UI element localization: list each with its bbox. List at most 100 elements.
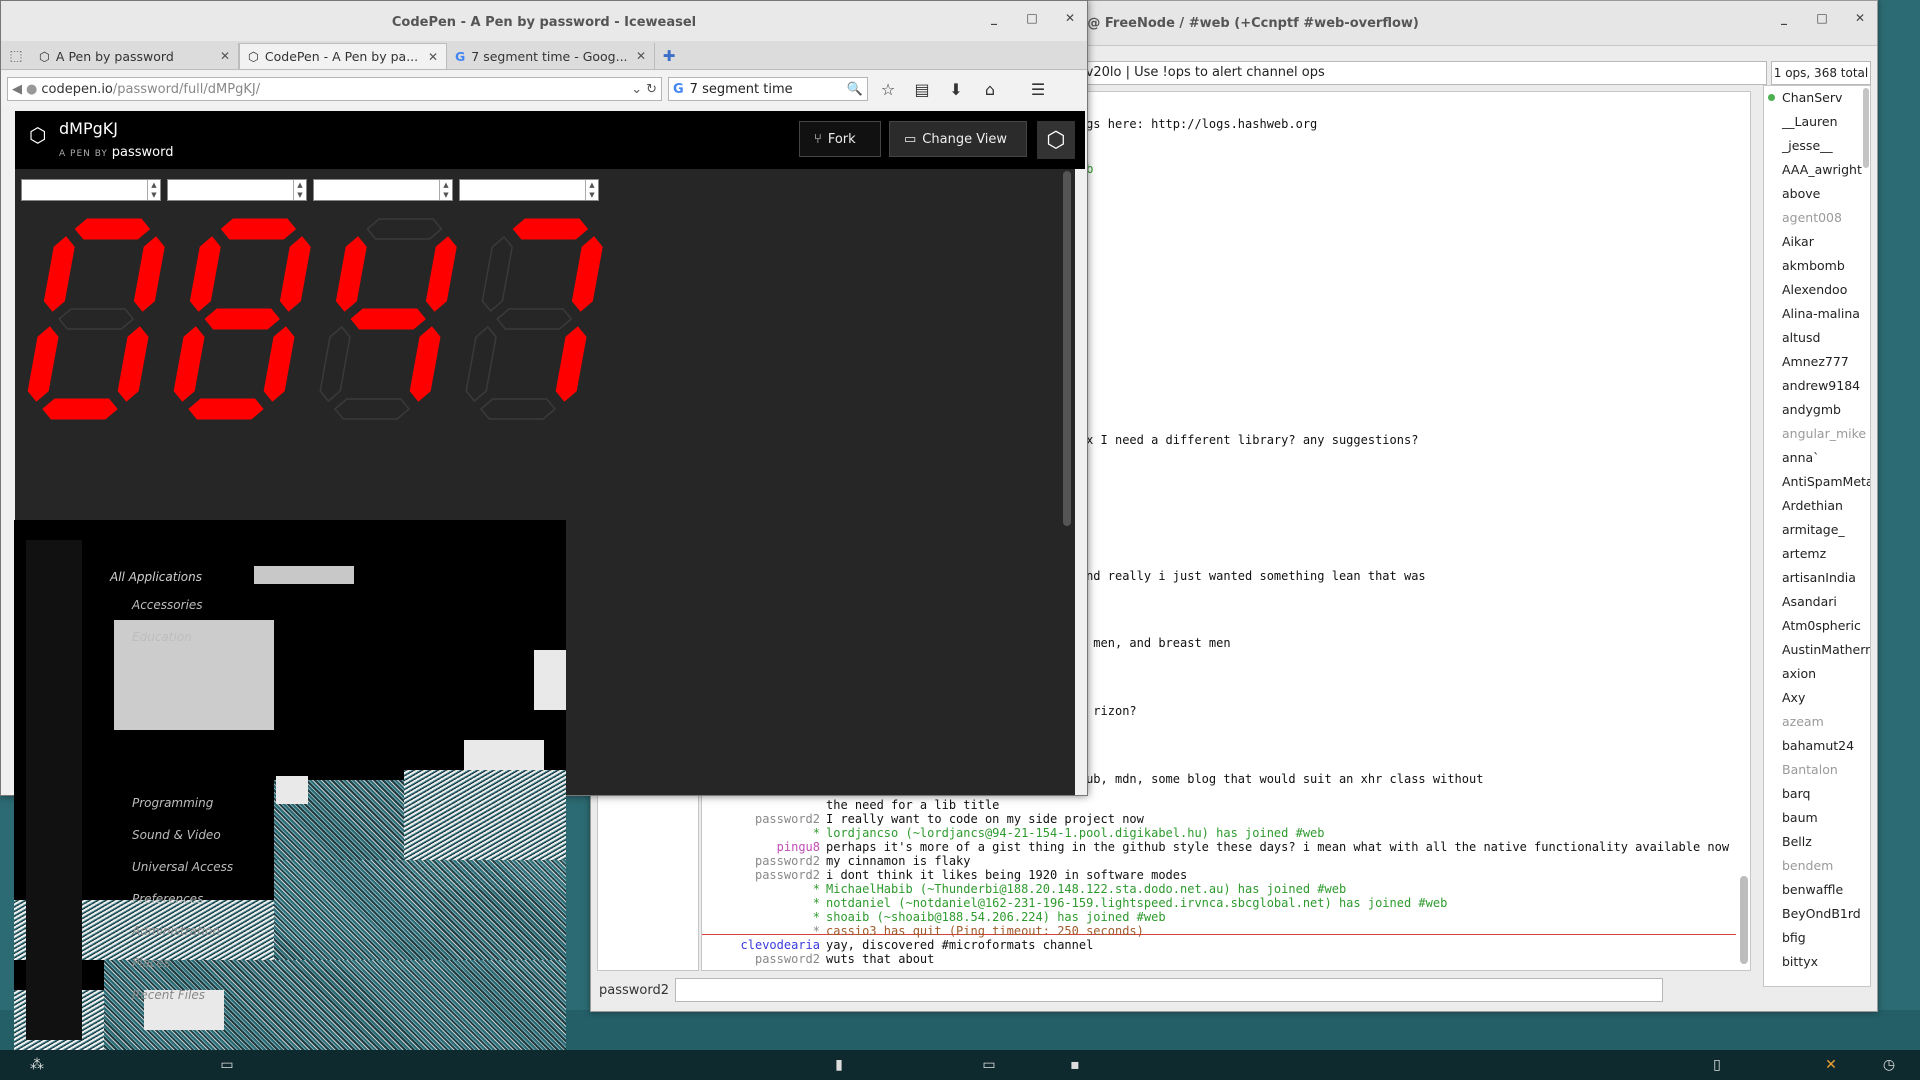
user-list-item[interactable]: Atm0spheric xyxy=(1764,614,1870,638)
user-list-item[interactable]: Asandari xyxy=(1764,590,1870,614)
network-icon[interactable]: ✕ xyxy=(1822,1056,1840,1074)
user-list-item[interactable]: azeam xyxy=(1764,710,1870,734)
user-list-item[interactable]: bittyx xyxy=(1764,950,1870,974)
message-input[interactable] xyxy=(675,978,1663,1002)
menu-category[interactable]: Programming xyxy=(132,796,213,810)
user-list-item[interactable]: Alina-malina xyxy=(1764,302,1870,326)
menu-category[interactable]: Accessories xyxy=(132,598,203,612)
user-list-item[interactable]: Bantalon xyxy=(1764,758,1870,782)
info-icon[interactable]: ● xyxy=(26,82,37,97)
spin-arrows-icon[interactable]: ▲ ▼ xyxy=(147,180,160,200)
home-icon[interactable]: ⌂ xyxy=(976,80,1004,99)
maximize-icon[interactable]: □ xyxy=(1025,11,1039,25)
close-icon[interactable]: ✕ xyxy=(1853,11,1867,25)
user-list-item[interactable]: AustinMatherne xyxy=(1764,638,1870,662)
clock-icon[interactable]: ◷ xyxy=(1880,1056,1898,1074)
number-input[interactable]: ▲ ▼ xyxy=(167,179,307,201)
search-input[interactable]: 7 segment time xyxy=(690,82,841,97)
user-list-item[interactable]: Alexendoo xyxy=(1764,278,1870,302)
user-list-item[interactable]: andrew9184 xyxy=(1764,374,1870,398)
tab-google[interactable]: G 7 segment time - Goog... ✕ xyxy=(447,43,655,69)
pen-author[interactable]: password xyxy=(112,145,174,160)
user-list-item[interactable]: AntiSpamMeta xyxy=(1764,470,1870,494)
user-list-item[interactable]: above xyxy=(1764,182,1870,206)
tab-close-icon[interactable]: ✕ xyxy=(428,50,438,64)
user-list-item[interactable]: BeyOndB1rd xyxy=(1764,902,1870,926)
search-bar[interactable]: G 7 segment time 🔍 xyxy=(668,77,868,101)
input-nick[interactable]: password2 xyxy=(599,983,669,998)
user-list-item[interactable]: altusd xyxy=(1764,326,1870,350)
chat-nick[interactable]: * xyxy=(702,826,826,840)
menu-icon[interactable]: ⁂ xyxy=(28,1056,46,1074)
window-icon[interactable]: ▪ xyxy=(1066,1056,1084,1074)
spin-arrows-icon[interactable]: ▲ ▼ xyxy=(439,180,452,200)
user-list-item[interactable]: Amnez777 xyxy=(1764,350,1870,374)
user-list-item[interactable]: artemz xyxy=(1764,542,1870,566)
chat-nick[interactable]: password2 xyxy=(702,812,826,826)
url-bar[interactable]: ◀ ● codepen.io/password/full/dMPgKJ/ ⌄ ↻ xyxy=(7,77,662,101)
menu-category[interactable]: Education xyxy=(132,630,192,644)
chat-nick[interactable]: password2 xyxy=(702,868,826,882)
tab-overview-icon[interactable]: ⬚ xyxy=(1,43,31,69)
user-list-item[interactable]: angular_mike xyxy=(1764,422,1870,446)
user-list-item[interactable]: ChanServ xyxy=(1764,86,1870,110)
menu-category[interactable]: Sound & Video xyxy=(132,828,221,842)
chevron-down-icon[interactable]: ⌄ xyxy=(631,82,642,97)
fork-button[interactable]: ⑂ Fork xyxy=(799,121,881,157)
window-icon[interactable]: ▮ xyxy=(830,1056,848,1074)
window-icon[interactable]: ▭ xyxy=(980,1056,998,1074)
menu-category[interactable]: Administration xyxy=(132,924,220,938)
application-menu[interactable]: All Applications Accessories Education P… xyxy=(14,520,566,1056)
user-list-item[interactable]: anna` xyxy=(1764,446,1870,470)
window-icon[interactable]: ▯ xyxy=(1708,1056,1726,1074)
user-list-item[interactable]: bfig xyxy=(1764,926,1870,950)
user-list[interactable]: ChanServ __Lauren _jesse__ AAA_awright above… xyxy=(1763,85,1871,987)
menu-category[interactable]: Recent Files xyxy=(132,988,205,1002)
tab-close-icon[interactable]: ✕ xyxy=(220,49,230,63)
chat-nick[interactable]: * xyxy=(702,882,826,896)
user-list-item[interactable]: axion xyxy=(1764,662,1870,686)
user-list-item[interactable]: barq xyxy=(1764,782,1870,806)
chat-scroll-thumb[interactable] xyxy=(1740,876,1748,964)
page-scrollbar[interactable] xyxy=(1063,171,1071,526)
user-list-item[interactable]: akmbomb xyxy=(1764,254,1870,278)
user-list-item[interactable]: andygmb xyxy=(1764,398,1870,422)
chat-nick[interactable]: clevodearia xyxy=(702,938,826,952)
menu-category[interactable]: Places xyxy=(132,956,170,970)
browser-titlebar[interactable]: CodePen - A Pen by password - Iceweasel … xyxy=(1,1,1087,43)
close-icon[interactable]: ✕ xyxy=(1063,11,1077,25)
codepen-logo-icon[interactable]: ⬡ xyxy=(29,123,46,147)
user-list-item[interactable]: bahamut24 xyxy=(1764,734,1870,758)
chat-scrollbar[interactable] xyxy=(1740,96,1748,966)
bookmark-star-icon[interactable]: ☆ xyxy=(874,80,902,99)
change-view-button[interactable]: ▭ Change View xyxy=(889,121,1027,157)
search-icon[interactable]: 🔍 xyxy=(847,82,863,97)
minimize-icon[interactable]: _ xyxy=(1777,11,1791,25)
back-icon[interactable]: ◀ xyxy=(12,82,22,97)
user-list-item[interactable]: __Lauren xyxy=(1764,110,1870,134)
downloads-icon[interactable]: ⬇ xyxy=(942,80,970,99)
number-input[interactable]: ▲ ▼ xyxy=(21,179,161,201)
menu-category[interactable]: Preferences xyxy=(132,892,203,906)
chat-nick[interactable]: * xyxy=(702,896,826,910)
chat-nick[interactable]: password2 xyxy=(702,854,826,868)
user-list-item[interactable]: artisanIndia xyxy=(1764,566,1870,590)
menu-category-all[interactable]: All Applications xyxy=(110,570,202,584)
reading-list-icon[interactable]: ▤ xyxy=(908,80,936,99)
hamburger-menu-icon[interactable]: ☰ xyxy=(1024,80,1052,99)
user-list-item[interactable]: agent008 xyxy=(1764,206,1870,230)
chat-nick[interactable]: * xyxy=(702,910,826,924)
user-list-item[interactable]: AAA_awright xyxy=(1764,158,1870,182)
minimize-icon[interactable]: _ xyxy=(987,11,1001,25)
tab-codepen-active[interactable]: ⬡ CodePen - A Pen by pa... ✕ xyxy=(239,43,447,69)
user-list-item[interactable]: bendem xyxy=(1764,854,1870,878)
user-list-item[interactable]: baum xyxy=(1764,806,1870,830)
spin-arrows-icon[interactable]: ▲ ▼ xyxy=(585,180,598,200)
user-list-item[interactable]: benwaffle xyxy=(1764,878,1870,902)
reload-icon[interactable]: ↻ xyxy=(646,82,657,97)
tab-pen[interactable]: ⬡ A Pen by password ✕ xyxy=(31,43,239,69)
user-list-item[interactable]: armitage_ xyxy=(1764,518,1870,542)
user-list-item[interactable]: _jesse__ xyxy=(1764,134,1870,158)
menu-category[interactable]: Universal Access xyxy=(132,860,233,874)
tab-close-icon[interactable]: ✕ xyxy=(636,49,646,63)
